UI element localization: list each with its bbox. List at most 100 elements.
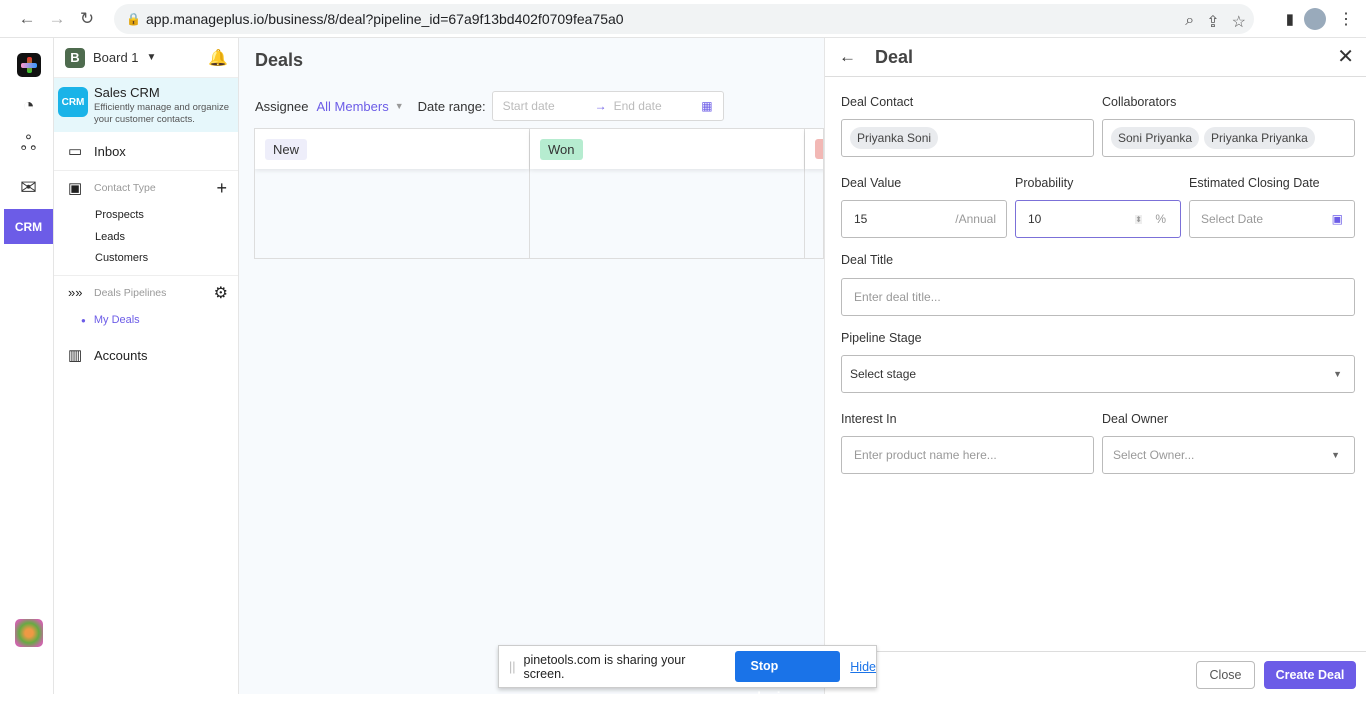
my-deals-label: My Deals (93, 313, 140, 326)
stage-tag (815, 139, 823, 159)
pipeline-stage-label: Pipeline Stage (841, 331, 922, 345)
pipeline-stage-select[interactable]: Select stage ▼ (841, 355, 1355, 393)
owner-placeholder: Select Owner... (1113, 448, 1195, 462)
spinner-icon[interactable]: ⬍ (1135, 214, 1142, 224)
percent-suffix: % (1155, 212, 1166, 226)
sidebar-item-leads[interactable]: Leads (54, 227, 238, 249)
interest-label: Interest In (841, 412, 897, 426)
close-button[interactable]: Close (1196, 661, 1255, 689)
speedometer-icon[interactable]: ◔ (4, 87, 53, 125)
screen-share-bar: || pinetools.com is sharing your screen.… (498, 645, 877, 704)
user-avatar[interactable] (4, 614, 53, 652)
menu-icon[interactable]: ⋮ (1338, 9, 1354, 29)
add-icon[interactable]: + (216, 178, 227, 199)
app-logo-icon[interactable] (4, 46, 53, 84)
calendar-icon[interactable]: ▣ (1332, 212, 1343, 226)
contact-chip[interactable]: Priyanka Soni (850, 127, 939, 149)
page-title: Deals (255, 50, 304, 70)
sidebar-item-my-deals[interactable]: ● My Deals (54, 310, 238, 332)
contact-type-section: ▣ Contact Type + (54, 171, 238, 205)
dot-icon: ● (81, 315, 86, 325)
deal-value-suffix: /Annual (955, 212, 996, 226)
close-icon[interactable]: ✕ (1337, 44, 1354, 69)
caret-down-icon: ▼ (1331, 450, 1340, 460)
chevrons-icon: »» (68, 285, 83, 300)
caret-down-icon: ▼ (1333, 369, 1342, 379)
deal-value-input[interactable]: 15/Annual (841, 200, 1007, 238)
deal-owner-select[interactable]: Select Owner... ▼ (1102, 436, 1355, 474)
closing-date-label: Estimated Closing Date (1189, 176, 1320, 190)
crm-icon: CRM (58, 87, 88, 117)
app-rail: ◔ ஃ ✉ CRM (0, 38, 54, 694)
profile-avatar[interactable] (1304, 8, 1326, 30)
assignee-select[interactable]: All Members (316, 99, 388, 114)
stop-sharing-button[interactable]: Stop sharing (735, 651, 841, 704)
star-icon[interactable]: ☆ (1232, 12, 1246, 32)
create-deal-button[interactable]: Create Deal (1264, 661, 1356, 689)
collaborator-chip[interactable]: Priyanka Priyanka (1204, 127, 1315, 149)
forward-icon[interactable]: → (42, 9, 72, 29)
circles-icon[interactable]: ஃ (4, 126, 53, 164)
deal-title-label: Deal Title (841, 253, 894, 267)
accounts-label: Accounts (94, 347, 148, 363)
app-description: Efficiently manage and organize your cus… (94, 102, 230, 125)
inbox-icon: ▭ (68, 143, 83, 160)
hide-link[interactable]: Hide (850, 660, 876, 674)
deals-pipelines-section: »» Deals Pipelines ⚙ (54, 276, 238, 310)
app-title: Sales CRM (94, 85, 160, 100)
deal-panel: ← Deal ✕ Deal Contact Priyanka Soni Collab… (824, 38, 1366, 694)
pipeline-column: Won (530, 129, 805, 258)
deal-value: 15 (854, 212, 868, 226)
stage-tag-won: Won (540, 139, 583, 160)
side-panel-icon[interactable]: ▮ (1286, 10, 1294, 28)
sidebar-item-customers[interactable]: Customers (54, 248, 238, 270)
deals-board: Deals Assignee All Members ▼ Date range: … (239, 38, 824, 694)
url-text: app.manageplus.io/business/8/deal?pipeli… (146, 11, 624, 27)
building-icon: ▥ (68, 347, 83, 364)
sidebar-item-inbox[interactable]: ▭ Inbox (54, 132, 238, 170)
back-icon[interactable]: ← (12, 9, 42, 29)
contact-card-icon: ▣ (68, 180, 83, 197)
back-arrow-icon[interactable]: ← (839, 47, 875, 67)
board-label: Board 1 (93, 50, 139, 65)
chevron-down-icon: ▼ (146, 52, 157, 63)
address-bar[interactable]: 🔒 app.manageplus.io/business/8/deal?pipel… (114, 4, 1254, 34)
sidebar-item-accounts[interactable]: ▥ Accounts (54, 336, 238, 374)
assignee-label: Assignee (255, 98, 309, 114)
interest-placeholder: Enter product name here... (854, 448, 997, 462)
closing-date-placeholder: Select Date (1201, 212, 1264, 226)
closing-date-input[interactable]: Select Date ▣ (1189, 200, 1355, 238)
zoom-icon[interactable]: ⌕ (1185, 12, 1194, 32)
date-range-input[interactable]: Start date → End date ▦ (491, 91, 724, 121)
panel-title: Deal (875, 46, 914, 67)
pipeline-column: New (255, 129, 530, 258)
crm-icon[interactable]: CRM (4, 209, 53, 244)
gear-icon[interactable]: ⚙ (214, 283, 228, 303)
panel-footer: Close Create Deal (825, 651, 1366, 694)
drag-handle-icon[interactable]: || (509, 660, 516, 674)
collaborator-chip[interactable]: Soni Priyanka (1111, 127, 1200, 149)
start-date[interactable]: Start date (503, 99, 595, 113)
deal-title-input[interactable]: Enter deal title... (841, 278, 1355, 316)
probability-input[interactable]: 10 ⬍% (1015, 200, 1181, 238)
campaign-mail-icon[interactable]: ✉ (4, 168, 53, 206)
date-range-label: Date range: (417, 98, 486, 114)
stage-tag-new: New (265, 139, 308, 160)
deal-value-label: Deal Value (841, 176, 902, 190)
end-date[interactable]: End date (614, 99, 662, 113)
reload-icon[interactable]: ↻ (72, 9, 102, 29)
calendar-icon: ▦ (701, 99, 713, 113)
share-icon[interactable]: ⇪ (1206, 12, 1219, 32)
bell-icon[interactable]: 🔔 (208, 48, 228, 68)
sidebar-item-prospects[interactable]: Prospects (54, 205, 238, 227)
board-selector[interactable]: B Board 1 ▼ 🔔 (54, 38, 238, 78)
app-card-sales-crm[interactable]: CRM Sales CRM Efficiently manage and org… (54, 78, 238, 132)
collaborators-field[interactable]: Soni Priyanka Priyanka Priyanka (1102, 119, 1355, 157)
deal-contact-field[interactable]: Priyanka Soni (841, 119, 1094, 157)
section-label: Deals Pipelines (94, 286, 167, 299)
deal-title-placeholder: Enter deal title... (854, 290, 941, 304)
pipeline-stage-value: Select stage (850, 367, 917, 381)
browser-toolbar: ← → ↻ 🔒 app.manageplus.io/business/8/deal… (0, 0, 1366, 38)
arrow-right-icon: → (594, 99, 607, 113)
interest-input[interactable]: Enter product name here... (841, 436, 1094, 474)
